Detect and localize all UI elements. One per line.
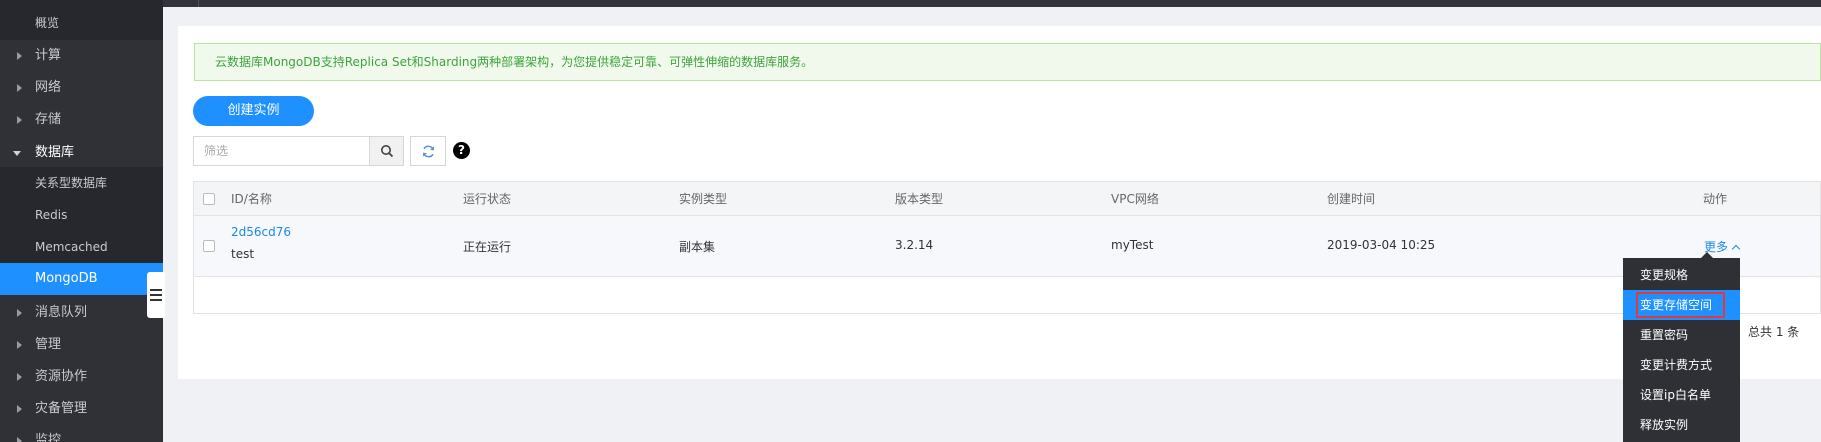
caret-right-icon [17,341,22,349]
sidebar-item-label: 资源协作 [35,369,88,384]
filter-box [193,136,404,166]
dropdown-arrow [1701,252,1713,258]
caret-down-icon [13,151,21,156]
menu-item-change-billing[interactable]: 变更计费方式 [1623,350,1740,380]
info-notice: 云数据库MongoDB支持Replica Set和Sharding两种部署架构，… [194,43,1821,81]
refresh-icon [423,145,434,158]
sidebar-item-compute[interactable]: 计算 [0,40,163,72]
sidebar-item-label: 概览 [35,16,60,30]
header-action: 动作 [1703,192,1728,206]
sidebar-item-label: Memcached [35,240,108,254]
sidebar-item-label: Redis [35,208,68,222]
menu-item-ip-whitelist[interactable]: 设置ip白名单 [1623,380,1740,410]
sidebar-item-label: 计算 [35,48,62,63]
pager-total: 总共 1 条 [1748,325,1800,339]
sidebar-item-network[interactable]: 网络 [0,72,163,104]
menu-item-reset-password[interactable]: 重置密码 [1623,320,1740,350]
menu-item-label: 释放实例 [1640,418,1689,432]
menu-item-change-storage[interactable]: 变更存储空间 [1623,290,1740,320]
sidebar-item-overview[interactable]: 概览 [0,7,163,40]
table-row: 2d56cd76 test 正在运行 副本集 3.2.14 myTest 201… [194,216,1820,277]
instance-table: ID/名称 运行状态 实例类型 版本类型 VPC网络 创建时间 动作 2d56c… [193,181,1821,314]
sidebar-item-mq[interactable]: 消息队列 [0,297,163,329]
search-button[interactable] [369,137,403,165]
instance-name: test [231,247,255,261]
top-bar [163,0,1821,7]
table-header: ID/名称 运行状态 实例类型 版本类型 VPC网络 创建时间 动作 [194,182,1820,216]
chevron-up-icon [1731,244,1741,254]
header-vpc: VPC网络 [1111,192,1159,206]
sidebar-top-strip [0,0,163,7]
menu-item-change-spec[interactable]: 变更规格 [1623,260,1740,290]
instance-id-link[interactable]: 2d56cd76 [231,225,291,239]
menu-item-label: 设置ip白名单 [1640,388,1711,402]
select-all-checkbox[interactable] [203,193,215,205]
row-checkbox[interactable] [203,240,215,252]
help-icon[interactable]: ? [453,142,470,159]
sidebar-item-mongodb[interactable]: MongoDB [0,263,163,295]
header-status: 运行状态 [463,192,512,206]
header-id-name: ID/名称 [231,192,272,206]
caret-right-icon [17,437,22,442]
sidebar-item-storage[interactable]: 存储 [0,104,163,136]
sidebar-item-label: 存储 [35,112,62,127]
top-bar-divider [198,0,199,7]
collapse-menu-icon [150,289,162,304]
instance-status: 正在运行 [463,240,512,254]
sidebar-item-label: 灾备管理 [35,401,88,416]
caret-right-icon [17,373,22,381]
caret-right-icon [17,309,22,317]
sidebar-item-label: 消息队列 [35,305,88,320]
sidebar-item-rdb[interactable]: 关系型数据库 [0,167,163,199]
header-version-type: 版本类型 [895,192,944,206]
menu-item-release-instance[interactable]: 释放实例 [1623,410,1740,440]
menu-item-label: 变更计费方式 [1640,358,1713,372]
sidebar-item-label: 数据库 [35,145,75,160]
sidebar-item-manage[interactable]: 管理 [0,329,163,361]
menu-item-label: 变更规格 [1640,268,1689,282]
sidebar-collapse-toggle[interactable] [147,272,165,318]
caret-right-icon [17,84,22,92]
sidebar-item-memcached[interactable]: Memcached [0,231,163,263]
version-type: 3.2.14 [895,238,934,252]
refresh-button[interactable] [410,136,446,166]
create-instance-button[interactable]: 创建实例 [193,96,314,126]
vpc-network: myTest [1111,238,1154,252]
sidebar-item-database[interactable]: 数据库 [0,137,163,169]
header-created: 创建时间 [1327,192,1376,206]
filter-input[interactable] [194,137,370,165]
instance-type: 副本集 [679,240,716,254]
main-panel: 云数据库MongoDB支持Replica Set和Sharding两种部署架构，… [178,26,1821,379]
created-time: 2019-03-04 10:25 [1327,238,1436,252]
highlight-outline [1636,292,1725,318]
sidebar-item-label: MongoDB [35,271,98,286]
more-actions-dropdown: 变更规格 变更存储空间 重置密码 变更计费方式 设置ip白名单 释放实例 [1623,252,1740,442]
sidebar-item-label: 关系型数据库 [35,176,108,190]
caret-right-icon [17,116,22,124]
menu-item-label: 重置密码 [1640,328,1689,342]
caret-right-icon [17,405,22,413]
caret-right-icon [17,52,22,60]
sidebar-item-label: 网络 [35,80,62,95]
header-instance-type: 实例类型 [679,192,728,206]
search-icon [381,145,394,158]
sidebar-item-collab[interactable]: 资源协作 [0,361,163,393]
sidebar-item-redis[interactable]: Redis [0,199,163,231]
sidebar-item-monitor[interactable]: 监控 [0,425,163,442]
sidebar-item-label: 监控 [35,433,62,442]
sidebar-item-label: 管理 [35,337,62,352]
sidebar: 概览 计算 网络 存储 数据库 关系型数据库 Redis Memcached M… [0,0,165,442]
sidebar-item-dr[interactable]: 灾备管理 [0,393,163,425]
